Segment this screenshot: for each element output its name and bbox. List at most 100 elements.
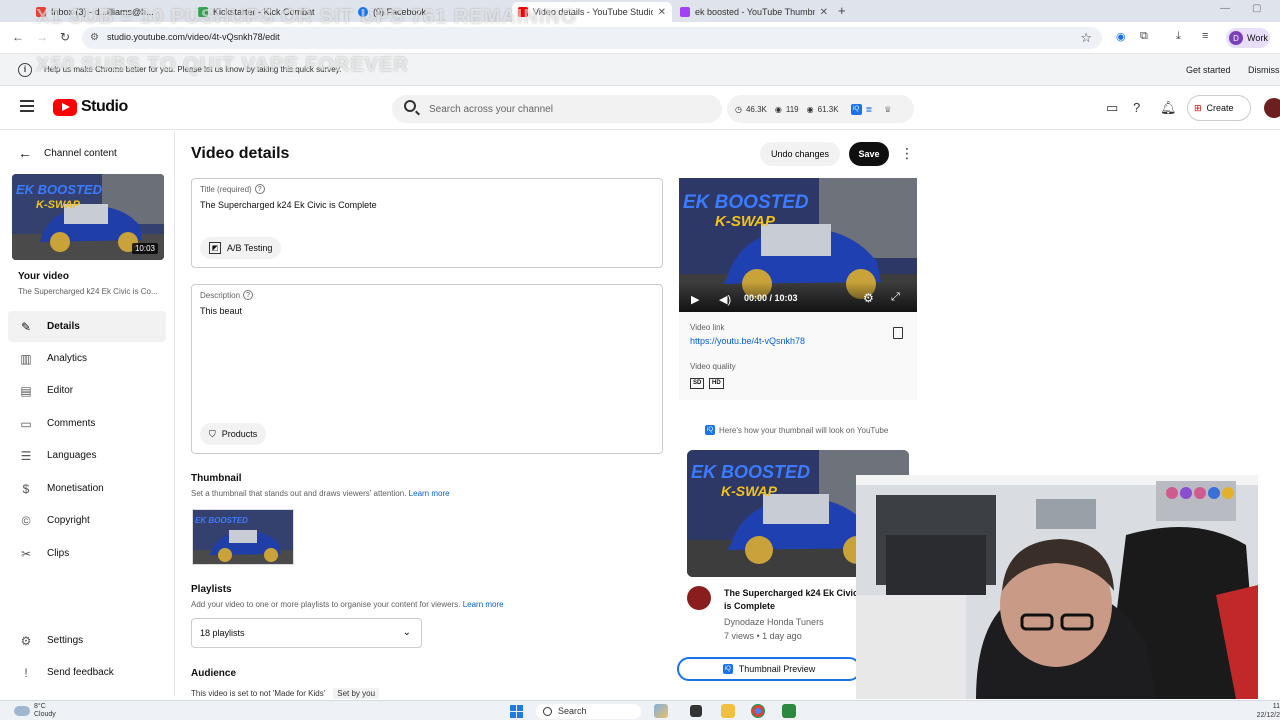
title-field[interactable]: Title (required) ? The Supercharged k24 …: [191, 178, 663, 268]
windows-start-icon[interactable]: [510, 705, 523, 718]
gear-icon[interactable]: ⚙: [863, 291, 874, 305]
maximize-icon[interactable]: ▢: [1252, 3, 1261, 14]
bookmark-star-icon[interactable]: ☆: [1080, 30, 1092, 46]
trophy-icon[interactable]: ♕: [884, 105, 891, 114]
channel-stats[interactable]: ◷ 46.3K ◉ 119 ◉ 61.3K iQ ≣ ♕: [727, 95, 914, 123]
sidebar-item-feedback[interactable]: ! Send feedback: [8, 657, 166, 688]
menu-icon[interactable]: [20, 100, 34, 112]
channel-content-back[interactable]: ← Channel content: [18, 145, 117, 161]
extension-icon[interactable]: ◉: [1116, 30, 1126, 43]
close-tab-icon[interactable]: ✕: [820, 7, 828, 18]
playlists-select[interactable]: 18 playlists ⌄: [191, 618, 422, 648]
sidebar-item-comments[interactable]: ▭ Comments: [8, 408, 166, 439]
dollar-icon: $: [22, 481, 30, 496]
copy-icon[interactable]: [893, 327, 903, 339]
chrome-icon[interactable]: [751, 704, 765, 718]
extensions-puzzle-icon[interactable]: ⧉: [1140, 30, 1148, 43]
tab-video-details[interactable]: Video details - YouTube Studio ✕: [512, 2, 672, 22]
sidebar-item-monetisation[interactable]: $ Monetisation: [8, 473, 166, 504]
close-tab-icon[interactable]: ✕: [658, 7, 666, 18]
facebook-icon: [358, 7, 368, 17]
sidebar-icon[interactable]: ≡: [1202, 30, 1208, 42]
create-button[interactable]: ⊞ Create: [1187, 95, 1251, 121]
video-player[interactable]: EK BOOSTED K-SWAP ▶ ◀) 00:00 / 10:03 ⚙ ⤢: [679, 178, 917, 312]
description-field[interactable]: Description ? This beaut ⛉ Products: [191, 284, 663, 454]
ab-testing-label: A/B Testing: [227, 243, 273, 253]
volume-icon[interactable]: ◀): [719, 293, 731, 306]
more-options-icon[interactable]: ⋮: [900, 145, 914, 162]
get-started-button[interactable]: Get started: [1178, 59, 1239, 81]
channel-avatar[interactable]: [1264, 98, 1280, 118]
sidebar-item-analytics[interactable]: ▥ Analytics: [8, 343, 166, 374]
new-tab-icon[interactable]: +: [838, 3, 846, 18]
profile-button[interactable]: D Work: [1226, 28, 1270, 48]
task-view-icon[interactable]: [690, 705, 702, 717]
bell-icon[interactable]: 🔔︎: [1160, 100, 1177, 116]
widgets-app-icon[interactable]: [654, 704, 668, 718]
minimize-icon[interactable]: —: [1220, 3, 1230, 14]
stat-views: 46.3K: [745, 104, 767, 114]
file-explorer-icon[interactable]: [721, 704, 735, 718]
survey-infobar: i Help us make Chrome better for you. Pl…: [0, 54, 1280, 86]
arrow-left-icon: ←: [18, 145, 32, 161]
thumbnail-preview-button[interactable]: iQ Thumbnail Preview: [677, 657, 861, 681]
sidebar-item-label: Settings: [47, 635, 84, 646]
thumbnail-text: EK BOOSTED: [195, 516, 248, 525]
sidebar-item-label: Languages: [47, 450, 97, 461]
products-button[interactable]: ⛉ Products: [200, 423, 267, 445]
tab-label: ek boosted - YouTube Thumbn: [695, 7, 815, 17]
feedback-icon: !: [24, 665, 28, 680]
url-field[interactable]: ⚙ studio.youtube.com/video/4t-vQsnkh78/e…: [82, 27, 1102, 49]
thumbnail-heading: Thumbnail: [191, 473, 242, 484]
reload-icon[interactable]: ↻: [60, 30, 70, 44]
learn-more-link[interactable]: Learn more: [463, 600, 504, 609]
taskbar-search[interactable]: Search: [536, 704, 641, 719]
video-thumbnail-sidebar[interactable]: EK BOOSTED K-SWAP 10:03: [12, 174, 164, 260]
vidiq-icon[interactable]: iQ: [850, 103, 862, 115]
tab-inbox[interactable]: Inbox (3) - d...illiams@h...: [30, 2, 200, 22]
back-icon[interactable]: ←: [12, 30, 24, 44]
undo-changes-button[interactable]: Undo changes: [760, 142, 841, 166]
tab-kickstarter[interactable]: Kickstarter - Kick Combat: [192, 2, 352, 22]
ab-testing-button[interactable]: ◩ A/B Testing: [200, 237, 282, 259]
sidebar-item-clips[interactable]: ✂ Clips: [8, 538, 166, 569]
sidebar-item-details[interactable]: ✎ Details: [8, 311, 166, 342]
video-link[interactable]: https://youtu.be/4t-vQsnkh78: [690, 336, 805, 346]
tab-thumbnail[interactable]: ek boosted - YouTube Thumbn ✕: [674, 2, 834, 22]
help-icon[interactable]: ?: [254, 184, 265, 194]
sidebar-item-settings[interactable]: ⚙ Settings: [8, 625, 166, 656]
video-link-label: Video link: [690, 323, 725, 332]
video-quality-label: Video quality: [690, 362, 736, 371]
sidebar-item-editor[interactable]: ▤ Editor: [8, 375, 166, 406]
play-icon[interactable]: ▶: [691, 293, 699, 306]
save-button[interactable]: Save: [849, 142, 889, 166]
eye-icon: ◉: [806, 104, 814, 114]
learn-more-link[interactable]: Learn more: [409, 489, 450, 498]
tab-facebook[interactable]: (9) Facebook: [352, 2, 512, 22]
thumbnail-option[interactable]: EK BOOSTED: [192, 509, 294, 565]
studio-logo[interactable]: Studio: [53, 98, 128, 116]
sidebar-item-copyright[interactable]: © Copyright: [8, 505, 166, 536]
taskbar-clock[interactable]: 11 22/12/2: [1244, 702, 1280, 720]
thumbnail-text: K-SWAP: [715, 213, 776, 230]
help-icon[interactable]: ?: [1133, 100, 1140, 115]
sidebar-item-languages[interactable]: ☰ Languages: [8, 440, 166, 471]
dismiss-button[interactable]: Dismiss: [1242, 59, 1280, 81]
your-video-label: Your video: [18, 271, 69, 282]
thumbnail-text: EK BOOSTED: [16, 182, 103, 197]
back-label: Channel content: [44, 147, 117, 159]
download-icon[interactable]: ⤓: [1176, 30, 1181, 43]
weather-widget[interactable]: 8°C Cloudy: [14, 703, 56, 719]
feedback-chat-icon[interactable]: ▭: [1106, 100, 1118, 116]
list-icon[interactable]: ≣: [866, 105, 873, 114]
clock-time: 11: [1272, 703, 1280, 710]
fullscreen-icon[interactable]: ⤢: [891, 291, 900, 304]
description-input-value[interactable]: This beaut: [200, 306, 242, 316]
title-input-value[interactable]: The Supercharged k24 Ek Civic is Complet…: [200, 200, 377, 210]
site-info-icon[interactable]: ⚙: [90, 32, 99, 43]
help-icon[interactable]: ?: [243, 290, 254, 300]
app-icon[interactable]: [782, 704, 796, 718]
preview-video-meta: 7 views • 1 day ago: [724, 631, 802, 641]
forward-icon[interactable]: →: [36, 30, 48, 44]
search-input[interactable]: [429, 101, 709, 117]
